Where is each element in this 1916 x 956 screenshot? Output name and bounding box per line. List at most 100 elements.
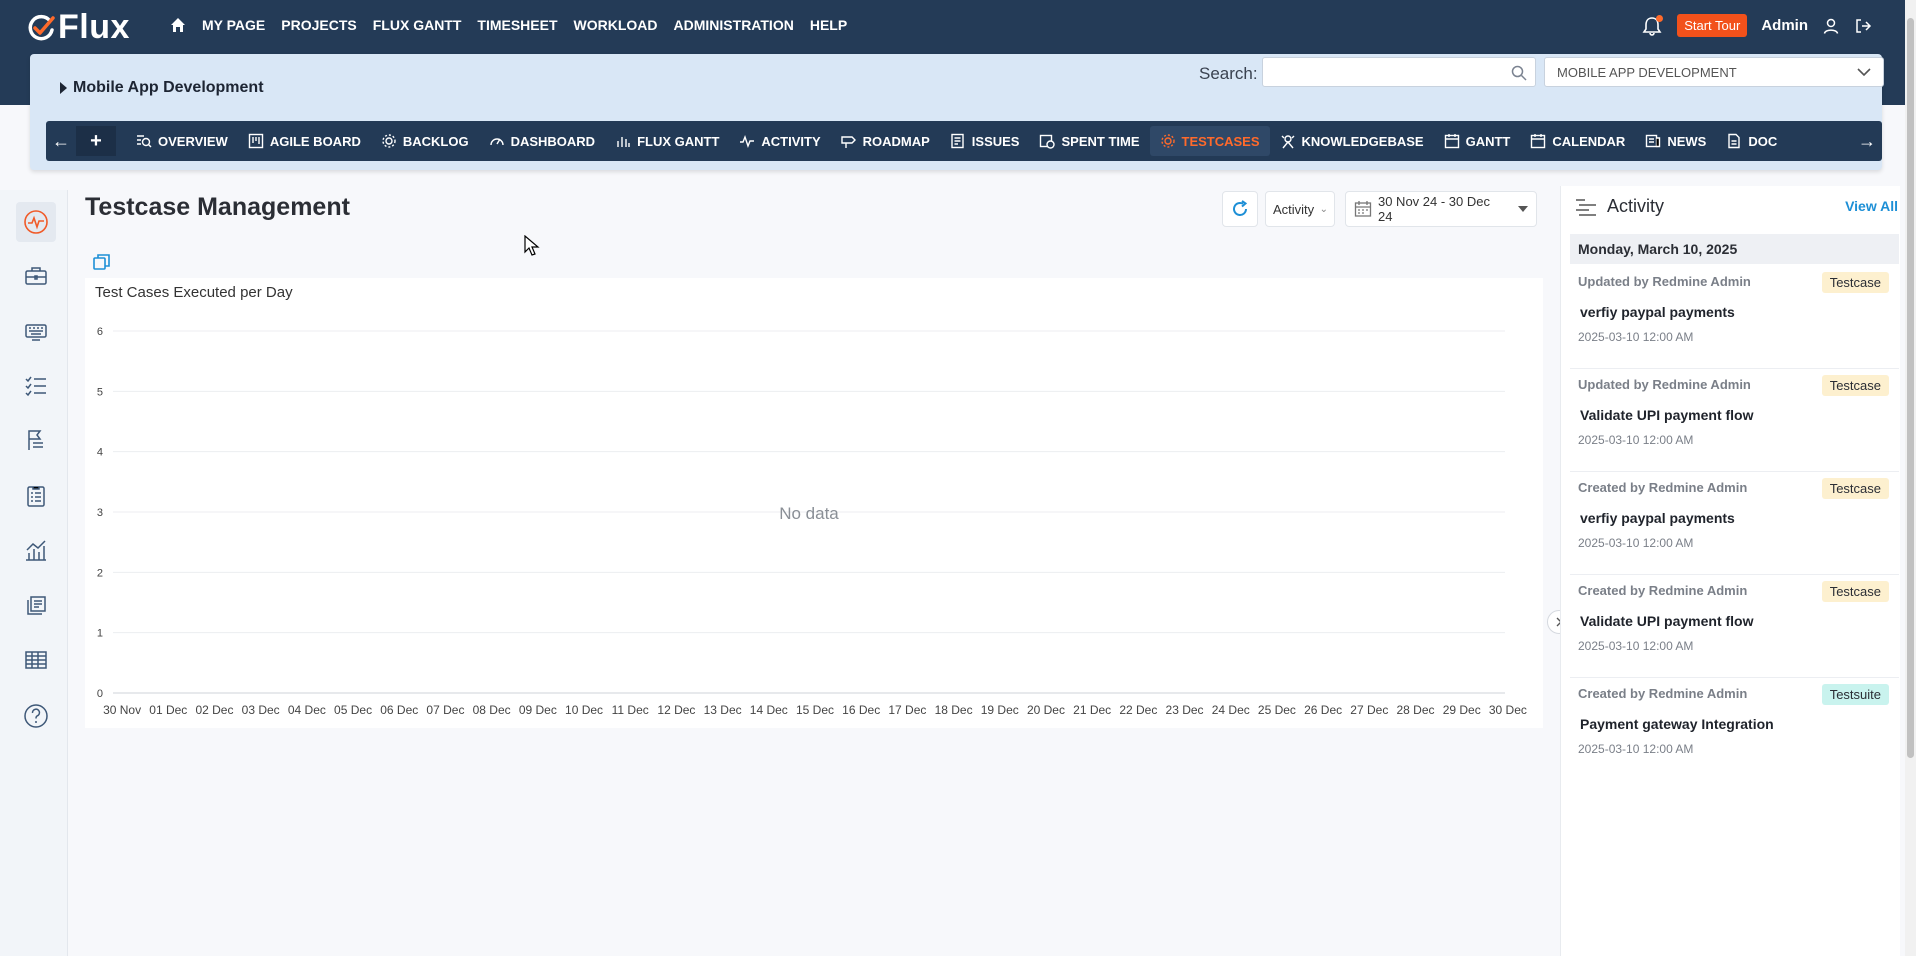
sidebar-clipboard-icon[interactable] bbox=[16, 476, 56, 516]
tab-issues[interactable]: ISSUES bbox=[940, 126, 1030, 156]
tab-agile-board[interactable]: AGILE BOARD bbox=[238, 126, 371, 156]
nav-administration[interactable]: ADMINISTRATION bbox=[674, 17, 794, 33]
x-tick-label: 04 Dec bbox=[288, 703, 326, 717]
backlog-gear-icon bbox=[382, 134, 396, 148]
scroll-left-arrow-icon[interactable]: ← bbox=[46, 131, 76, 152]
tab-calendar[interactable]: CALENDAR bbox=[1520, 126, 1635, 156]
entry-title[interactable]: Validate UPI payment flow bbox=[1580, 613, 1754, 629]
sidebar-reports-chart-icon[interactable] bbox=[16, 530, 56, 570]
user-profile-icon[interactable] bbox=[1822, 17, 1840, 35]
x-tick-label: 08 Dec bbox=[473, 703, 511, 717]
entry-title[interactable]: verfiy paypal payments bbox=[1580, 510, 1735, 526]
add-button[interactable]: + bbox=[76, 126, 116, 156]
x-tick-label: 07 Dec bbox=[426, 703, 464, 717]
entry-time: 2025-03-10 12:00 AM bbox=[1578, 536, 1694, 550]
sidebar-briefcase-icon[interactable] bbox=[16, 256, 56, 296]
left-sidebar bbox=[0, 190, 68, 956]
y-tick-label: 1 bbox=[97, 628, 103, 640]
nav-projects[interactable]: PROJECTS bbox=[281, 17, 356, 33]
project-title[interactable]: Mobile App Development bbox=[60, 79, 264, 97]
entry-title[interactable]: Payment gateway Integration bbox=[1580, 716, 1774, 732]
search-icon[interactable] bbox=[1511, 65, 1527, 81]
start-tour-button[interactable]: Start Tour bbox=[1677, 14, 1748, 37]
tab-activity[interactable]: ACTIVITY bbox=[729, 126, 830, 156]
y-tick-label: 0 bbox=[97, 688, 103, 700]
activity-entry[interactable]: Created by Redmine Admin Testcase verfiy… bbox=[1570, 472, 1899, 575]
tab-dashboard[interactable]: DASHBOARD bbox=[479, 126, 606, 156]
notification-dot bbox=[1656, 14, 1664, 22]
user-name[interactable]: Admin bbox=[1761, 17, 1808, 34]
chart-card: Test Cases Executed per Day 0 1 2 3 4 5 6 30 No… bbox=[85, 278, 1543, 728]
entry-title[interactable]: verfiy paypal payments bbox=[1580, 304, 1735, 320]
tab-gantt[interactable]: GANTT bbox=[1434, 126, 1521, 156]
entry-author: Created by Redmine Admin bbox=[1578, 583, 1748, 598]
tab-roadmap[interactable]: ROADMAP bbox=[831, 126, 940, 156]
tab-knowledgebase[interactable]: KNOWLEDGEBASE bbox=[1270, 126, 1434, 156]
sidebar-keyboard-icon[interactable] bbox=[16, 312, 56, 352]
sidebar-milestone-flag-icon[interactable] bbox=[16, 420, 56, 460]
tab-testcases[interactable]: TESTCASES bbox=[1149, 126, 1270, 156]
x-tick-label: 30 Nov bbox=[103, 703, 141, 717]
sidebar-checklist-icon[interactable] bbox=[16, 366, 56, 406]
nav-workload[interactable]: WORKLOAD bbox=[574, 17, 658, 33]
logout-icon[interactable] bbox=[1854, 17, 1872, 35]
sidebar-activity-icon[interactable] bbox=[16, 202, 56, 242]
logo-text: Flux bbox=[58, 8, 130, 46]
tab-label: NEWS bbox=[1667, 133, 1707, 149]
nav-flux-gantt[interactable]: FLUX GANTT bbox=[373, 17, 462, 33]
x-tick-label: 09 Dec bbox=[519, 703, 557, 717]
sidebar-table-icon[interactable] bbox=[16, 640, 56, 680]
tab-label: GANTT bbox=[1465, 133, 1511, 149]
entry-author: Created by Redmine Admin bbox=[1578, 686, 1748, 701]
scroll-right-arrow-icon[interactable]: → bbox=[1852, 131, 1882, 152]
copy-window-icon[interactable] bbox=[92, 252, 112, 277]
refresh-button[interactable] bbox=[1222, 191, 1258, 227]
x-tick-label: 27 Dec bbox=[1350, 703, 1388, 717]
date-range-picker[interactable]: 30 Nov 24 - 30 Dec 24 bbox=[1345, 191, 1537, 227]
scrollbar-thumb[interactable] bbox=[1907, 18, 1914, 758]
tab-label: OVERVIEW bbox=[158, 133, 228, 149]
activity-entry[interactable]: Created by Redmine Admin Testcase Valida… bbox=[1570, 575, 1899, 678]
flux-logo[interactable]: Flux bbox=[26, 8, 130, 47]
page-scrollbar[interactable] bbox=[1905, 0, 1916, 956]
y-tick-label: 4 bbox=[97, 447, 103, 459]
dashboard-gauge-icon bbox=[489, 138, 504, 146]
nav-help[interactable]: HELP bbox=[810, 17, 847, 33]
nav-my-page[interactable]: MY PAGE bbox=[202, 17, 265, 33]
x-tick-label: 28 Dec bbox=[1397, 703, 1435, 717]
tab-overview[interactable]: OVERVIEW bbox=[126, 126, 238, 156]
refresh-icon bbox=[1233, 200, 1248, 216]
x-tick-label: 20 Dec bbox=[1027, 703, 1065, 717]
tab-label: SPENT TIME bbox=[1061, 133, 1140, 149]
sidebar-documents-icon[interactable] bbox=[16, 586, 56, 626]
tab-label: DOC bbox=[1748, 133, 1778, 149]
search-input[interactable] bbox=[1262, 57, 1536, 87]
tab-doc[interactable]: DOC bbox=[1716, 126, 1787, 156]
activity-entry[interactable]: Updated by Redmine Admin Testcase Valida… bbox=[1570, 369, 1899, 472]
page-title: Testcase Management bbox=[85, 193, 350, 221]
x-tick-label: 14 Dec bbox=[750, 703, 788, 717]
entry-title[interactable]: Validate UPI payment flow bbox=[1580, 407, 1754, 423]
nav-timesheet[interactable]: TIMESHEET bbox=[477, 17, 557, 33]
sidebar-help-icon[interactable] bbox=[16, 696, 56, 736]
tab-backlog[interactable]: BACKLOG bbox=[371, 126, 479, 156]
activity-entry[interactable]: Updated by Redmine Admin Testcase verfiy… bbox=[1570, 266, 1899, 369]
activity-entry[interactable]: Created by Redmine Admin Testsuite Payme… bbox=[1570, 678, 1899, 781]
activity-filter-select[interactable]: Activity ⌄ bbox=[1265, 191, 1335, 227]
y-tick-label: 3 bbox=[97, 507, 103, 519]
home-icon[interactable] bbox=[170, 17, 186, 33]
tab-label: AGILE BOARD bbox=[269, 133, 361, 149]
tab-news[interactable]: NEWS bbox=[1635, 126, 1716, 156]
expand-triangle-icon[interactable] bbox=[60, 82, 67, 94]
roadmap-icon bbox=[840, 136, 856, 148]
tab-label: ACTIVITY bbox=[761, 133, 821, 149]
notifications-bell-icon[interactable] bbox=[1641, 14, 1664, 37]
tab-spent-time[interactable]: SPENT TIME bbox=[1029, 126, 1149, 156]
view-all-link[interactable]: View All bbox=[1845, 198, 1898, 214]
project-select[interactable]: MOBILE APP DEVELOPMENT bbox=[1544, 57, 1884, 87]
project-sub-nav: ← + OVERVIEW AGILE BOARD BACKLOG DASHBOA… bbox=[46, 121, 1882, 161]
tab-label: ISSUES bbox=[971, 133, 1020, 149]
issues-icon bbox=[951, 133, 964, 149]
tab-flux-gantt[interactable]: FLUX GANTT bbox=[605, 126, 729, 156]
x-tick-label: 18 Dec bbox=[935, 703, 973, 717]
